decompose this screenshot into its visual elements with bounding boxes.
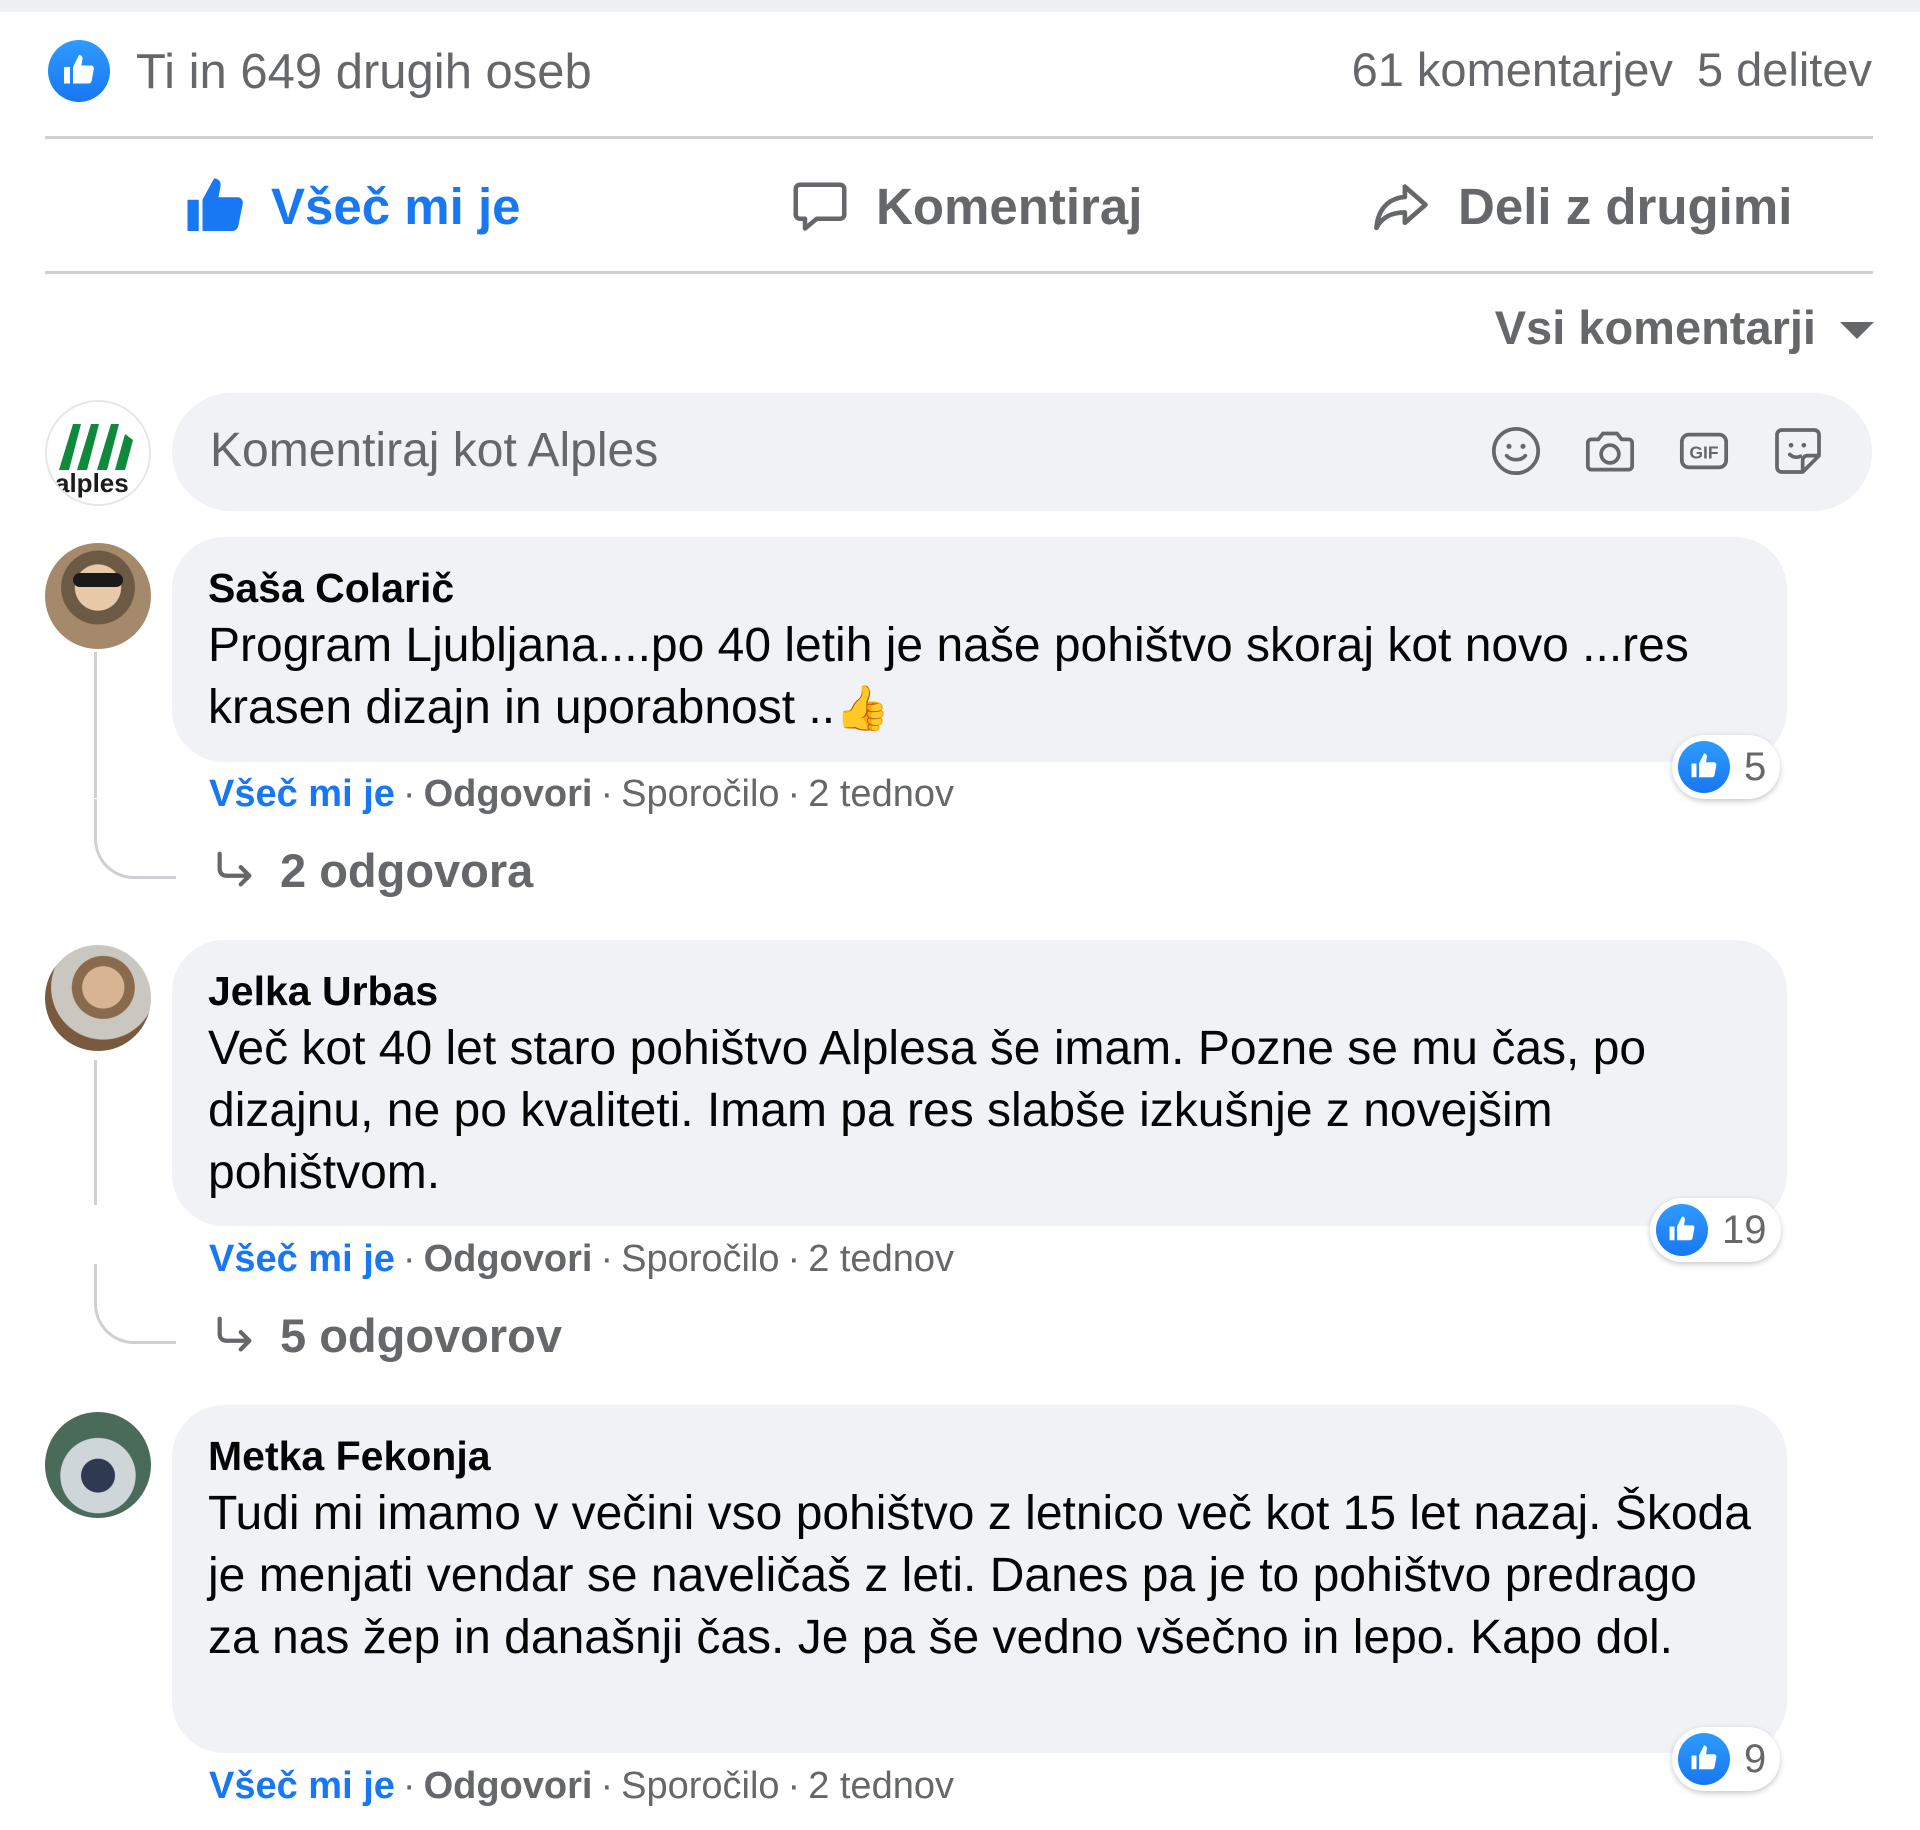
comment-button-label: Komentiraj xyxy=(876,177,1143,235)
comment-like-link[interactable]: Všeč mi je xyxy=(209,1238,395,1280)
comment-bubble: Saša Colarič Program Ljubljana....po 40 … xyxy=(172,537,1787,762)
comment-text: Program Ljubljana....po 40 letih je naše… xyxy=(208,615,1751,740)
comment-input-placeholder[interactable]: Komentiraj kot Alples xyxy=(210,423,658,478)
reaction-count: 19 xyxy=(1722,1207,1767,1252)
svg-text:GIF: GIF xyxy=(1689,443,1718,463)
comment-timestamp[interactable]: 2 tednov xyxy=(808,773,954,815)
caret-down-icon xyxy=(1840,322,1874,339)
sort-label: Vsi komentarji xyxy=(1494,301,1816,354)
top-divider xyxy=(0,0,1920,12)
commenter-avatar[interactable] xyxy=(45,945,151,1051)
sunglasses-shape xyxy=(73,573,123,587)
comment-sort-dropdown[interactable]: Vsi komentarji xyxy=(1495,300,1874,355)
comment-composer[interactable]: Komentiraj kot Alples GIF xyxy=(172,393,1872,511)
comment-like-link[interactable]: Všeč mi je xyxy=(209,773,395,815)
camera-icon[interactable] xyxy=(1582,423,1638,479)
gif-icon[interactable]: GIF xyxy=(1676,423,1732,479)
view-replies-link[interactable]: 2 odgovora xyxy=(212,843,533,898)
comment-meta: Všeč mi je · Odgovori · Sporočilo · 2 tednov xyxy=(209,1238,954,1280)
commenter-avatar[interactable] xyxy=(45,543,151,649)
comment-message-link[interactable]: Sporočilo xyxy=(621,1765,779,1807)
divider xyxy=(45,136,1873,139)
emoji-icon[interactable] xyxy=(1488,423,1544,479)
thread-line xyxy=(94,652,97,798)
comment-button[interactable]: Komentiraj xyxy=(790,142,1142,270)
comment-reply-link[interactable]: Odgovori xyxy=(424,1238,593,1280)
comment-reply-link[interactable]: Odgovori xyxy=(424,1765,593,1807)
view-replies-link[interactable]: 5 odgovorov xyxy=(212,1308,562,1363)
share-button[interactable]: Deli z drugimi xyxy=(1370,142,1792,270)
like-reaction-icon[interactable] xyxy=(48,40,110,102)
comment-author[interactable]: Saša Colarič xyxy=(208,563,1751,613)
action-bar: Všeč mi je Komentiraj Deli z drugimi xyxy=(45,142,1873,270)
likes-summary-text[interactable]: Ti in 649 drugih oseb xyxy=(136,44,592,100)
thread-connector xyxy=(94,1264,176,1344)
comment-text: Več kot 40 let staro pohištvo Alplesa še… xyxy=(208,1022,1647,1199)
thread-connector xyxy=(94,799,176,879)
comment-message-link[interactable]: Sporočilo xyxy=(621,1238,779,1280)
comment-reaction-count[interactable]: 19 xyxy=(1650,1198,1781,1262)
sticker-icon[interactable] xyxy=(1770,423,1826,479)
comment-reply-link[interactable]: Odgovori xyxy=(424,773,593,815)
like-reaction-icon xyxy=(1678,741,1730,793)
composer-tools: GIF xyxy=(1488,423,1826,479)
comment-meta: Všeč mi je · Odgovori · Sporočilo · 2 tednov xyxy=(209,773,954,815)
comment-reaction-count[interactable]: 9 xyxy=(1672,1727,1781,1791)
like-reaction-icon xyxy=(1656,1204,1708,1256)
reaction-count: 9 xyxy=(1744,1736,1767,1781)
thread-line xyxy=(94,1060,97,1205)
comment-text: Tudi mi imamo v večini vso pohištvo z le… xyxy=(208,1487,1751,1664)
like-button-label: Všeč mi je xyxy=(271,177,521,235)
divider xyxy=(45,271,1873,274)
comment-like-link[interactable]: Všeč mi je xyxy=(209,1765,395,1807)
comments-count-link[interactable]: 61 komentarjev xyxy=(1352,43,1673,96)
replies-count: 2 odgovora xyxy=(280,844,534,897)
reply-arrow-icon xyxy=(217,851,252,887)
comment-timestamp[interactable]: 2 tednov xyxy=(808,1238,954,1280)
commenter-avatar[interactable] xyxy=(45,1412,151,1518)
comment-reaction-count[interactable]: 5 xyxy=(1672,735,1781,799)
comment-bubble: Metka Fekonja Tudi mi imamo v večini vso… xyxy=(172,1405,1787,1753)
comment-author[interactable]: Metka Fekonja xyxy=(208,1431,1751,1481)
thumbs-up-emoji: 👍 xyxy=(835,684,890,733)
like-button[interactable]: Všeč mi je xyxy=(185,142,521,270)
page-avatar[interactable]: alples xyxy=(45,400,151,506)
counts: 61 komentarjev 5 delitev xyxy=(1328,42,1872,97)
comment-text-content: Program Ljubljana....po 40 letih je naše… xyxy=(208,619,1689,734)
share-button-label: Deli z drugimi xyxy=(1458,177,1793,235)
reactions-summary: Ti in 649 drugih oseb 61 komentarjev 5 de… xyxy=(48,38,1872,102)
shares-count-link[interactable]: 5 delitev xyxy=(1697,43,1872,96)
comment-message-link[interactable]: Sporočilo xyxy=(621,773,779,815)
replies-count: 5 odgovorov xyxy=(280,1309,563,1362)
thumbs-up-icon xyxy=(187,178,243,231)
logo-text: alples xyxy=(55,468,129,498)
comment-timestamp[interactable]: 2 tednov xyxy=(808,1765,954,1807)
like-reaction-icon xyxy=(1678,1733,1730,1785)
comment-bubble: Jelka Urbas Več kot 40 let staro pohištv… xyxy=(172,940,1787,1226)
reaction-count: 5 xyxy=(1744,744,1767,789)
share-icon xyxy=(1374,184,1428,231)
comment-icon xyxy=(793,182,847,231)
comment-meta: Všeč mi je · Odgovori · Sporočilo · 2 tednov xyxy=(209,1765,954,1807)
reply-arrow-icon xyxy=(217,1316,252,1352)
comment-author[interactable]: Jelka Urbas xyxy=(208,966,1751,1016)
